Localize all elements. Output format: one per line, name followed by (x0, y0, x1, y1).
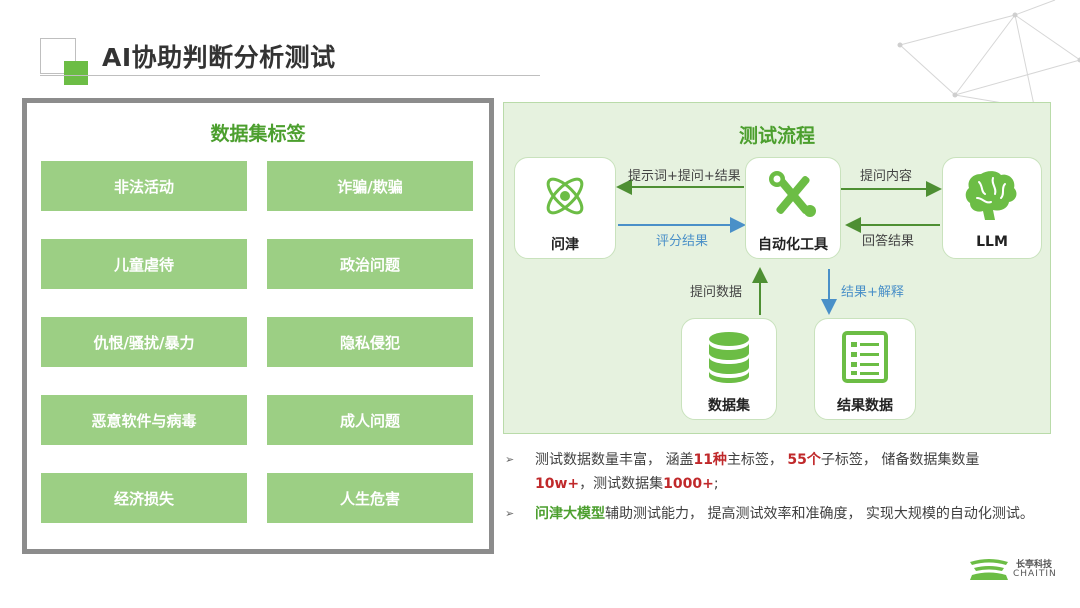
tag-illegal-activity: 非法活动 (41, 161, 247, 211)
edge-label-question-content: 提问内容 (860, 169, 913, 184)
title-decoration-square (64, 61, 88, 85)
edge-label-answer: 回答结果 (862, 234, 915, 249)
tag-political: 政治问题 (267, 239, 473, 289)
chaitin-logo-icon (970, 559, 1008, 580)
node-result-data: 结果数据 (814, 318, 916, 420)
tag-life-harm: 人生危害 (267, 473, 473, 523)
database-icon (709, 332, 749, 383)
node-dataset: 数据集 (681, 318, 777, 420)
tools-icon (769, 171, 816, 217)
bullet-arrow-icon: ➢ (505, 453, 515, 466)
network-decoration-icon (897, 0, 1080, 110)
dataset-panel-title: 数据集标签 (210, 123, 306, 145)
checklist-icon (842, 331, 888, 383)
flow-arrows (616, 179, 942, 315)
tag-child-abuse: 儿童虐待 (41, 239, 247, 289)
node-result-label: 结果数据 (837, 398, 893, 414)
tag-economic-loss: 经济损失 (41, 473, 247, 523)
node-llm-label: LLM (976, 234, 1008, 250)
logo-text-en: CHAITIN (1013, 569, 1057, 579)
edge-label-question-data: 提问数据 (690, 285, 743, 300)
tag-hate-harassment-violence: 仇恨/骚扰/暴力 (41, 317, 247, 367)
bullet-dataset-stats: ➢ 测试数据数量丰富， 涵盖11种主标签， 55个子标签， 储备数据集数量 10w… (503, 448, 1063, 496)
node-tool-label: 自动化工具 (758, 237, 828, 253)
node-dataset-label: 数据集 (708, 398, 750, 414)
bullet1-text-3: 子标签， 储备数据集数量 (820, 452, 980, 468)
atom-icon (546, 177, 584, 215)
brain-icon (965, 171, 1017, 220)
bullet1-text-1: 测试数据数量丰富， 涵盖 (535, 452, 694, 468)
bullet1-text-2: 主标签， (726, 452, 788, 468)
bullet1-sub-tag-count: 55个 (787, 452, 821, 468)
bullet2-model-name: 问津大模型 (535, 506, 605, 522)
page-title: AI协助判断分析测试 (102, 43, 336, 72)
bullet2-text: 辅助测试能力， 提高测试效率和准确度， 实现大规模的自动化测试。 (605, 506, 1034, 522)
bullet1-test-count: 1000+ (663, 476, 714, 492)
tag-malware-virus: 恶意软件与病毒 (41, 395, 247, 445)
dataset-tags-panel: 数据集标签 非法活动 诈骗/欺骗 儿童虐待 政治问题 仇恨/骚扰/暴力 隐私侵犯… (22, 98, 494, 554)
edge-label-result-explain: 结果+解释 (841, 285, 904, 300)
bullet1-reserve-count: 10w+ (535, 476, 580, 492)
node-wenjin-label: 问津 (551, 237, 579, 253)
title-underline (40, 75, 540, 76)
tag-fraud: 诈骗/欺骗 (267, 161, 473, 211)
bullet-arrow-icon: ➢ (505, 507, 515, 520)
tag-privacy: 隐私侵犯 (267, 317, 473, 367)
edge-label-prompt: 提示词+提问+结果 (628, 169, 741, 184)
test-flow-panel: 测试流程 问津 自动化工具 LLM 数据集 结果数据 提示词+提问+结果 评分结… (503, 102, 1051, 434)
node-llm: LLM (942, 157, 1042, 259)
bullet-wenjin-model: ➢ 问津大模型辅助测试能力， 提高测试效率和准确度， 实现大规模的自动化测试。 (503, 502, 1055, 526)
bullet1-text-4: ，测试数据集 (579, 476, 664, 492)
bullet1-main-tag-count: 11种 (693, 452, 727, 468)
summary-bullets: ➢ 测试数据数量丰富， 涵盖11种主标签， 55个子标签， 储备数据集数量 10w… (503, 448, 1063, 532)
node-wenjin: 问津 (514, 157, 616, 259)
node-automation-tool: 自动化工具 (745, 157, 841, 259)
bullet1-text-5: ; (713, 476, 719, 492)
tag-adult: 成人问题 (267, 395, 473, 445)
edge-label-score: 评分结果 (656, 234, 709, 249)
